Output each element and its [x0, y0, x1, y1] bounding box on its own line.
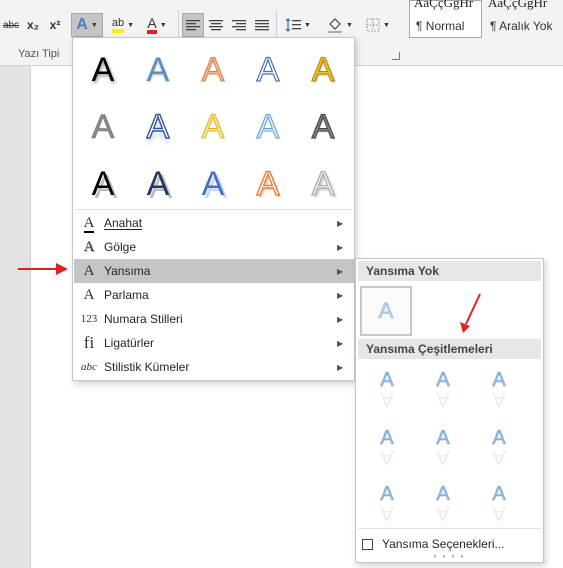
font-color-icon: A: [147, 16, 157, 34]
effect-style-black-offset[interactable]: A: [81, 162, 125, 206]
style-normal[interactable]: AaÇçĞğHr ¶ Normal: [409, 0, 482, 38]
submenu-divider: [358, 528, 541, 529]
borders-icon: [366, 18, 380, 32]
text-effects-icon: A: [76, 16, 88, 33]
text-effects-button[interactable]: A ▼: [71, 13, 103, 37]
menu-item-number-styles[interactable]: 123 Numara Stilleri ▶: [74, 307, 355, 331]
reflection-variations-header: Yansıma Çeşitlemeleri: [358, 339, 541, 359]
reflection-variation[interactable]: AA: [474, 427, 524, 479]
effect-style-black-shadow[interactable]: A: [81, 48, 125, 92]
menu-item-outline[interactable]: A Anahat ▶: [74, 211, 355, 235]
stylistic-sets-icon: abc: [81, 361, 97, 373]
font-color-button[interactable]: A ▼: [141, 13, 173, 37]
text-effects-gallery: A A A A A A A A A A A A A A A: [73, 38, 354, 208]
chevron-down-icon: ▼: [159, 21, 167, 29]
subscript-button[interactable]: x₂: [22, 13, 44, 37]
align-center-button[interactable]: [205, 13, 227, 37]
ligatures-icon: fi: [83, 333, 95, 352]
reflection-options-button[interactable]: Yansıma Seçenekleri...: [362, 535, 505, 553]
chevron-right-icon: ▶: [337, 290, 344, 300]
reflection-variation[interactable]: AA: [362, 369, 412, 421]
reflection-variation[interactable]: AA: [418, 427, 468, 479]
chevron-right-icon: ▶: [337, 362, 344, 372]
font-group-label: Yazı Tipi: [18, 48, 60, 60]
menu-item-reflection[interactable]: A Yansıma ▶: [74, 259, 355, 283]
reflection-variation[interactable]: AA: [418, 369, 468, 421]
no-reflection-header: Yansıma Yok: [358, 261, 541, 281]
effect-style-blue-offset[interactable]: A: [191, 162, 235, 206]
superscript-button[interactable]: x²: [44, 13, 66, 37]
align-center-icon: [209, 20, 223, 31]
chevron-right-icon: ▶: [337, 266, 344, 276]
strikethrough-button[interactable]: abc: [0, 13, 22, 37]
chevron-right-icon: ▶: [337, 242, 344, 252]
chevron-right-icon: ▶: [337, 338, 344, 348]
effect-style-gray[interactable]: A: [81, 105, 125, 149]
effect-style-yellow-outline[interactable]: A: [191, 105, 235, 149]
checkbox-icon: [362, 538, 373, 550]
borders-button[interactable]: ▼: [360, 13, 396, 37]
no-reflection-option[interactable]: A: [360, 286, 412, 336]
justify-button[interactable]: [251, 13, 273, 37]
menu-item-stylistic-sets[interactable]: abc Stilistik Kümeler ▶: [74, 355, 355, 379]
resize-grip-icon[interactable]: • • • •: [356, 552, 543, 561]
line-spacing-button[interactable]: ▼: [280, 13, 316, 37]
reflection-variation[interactable]: AA: [474, 369, 524, 421]
annotation-arrow-head: [56, 263, 68, 275]
shading-bucket-icon: [328, 18, 343, 33]
chevron-down-icon: ▼: [127, 21, 135, 29]
glow-icon: A: [83, 286, 95, 303]
justify-icon: [255, 20, 269, 31]
effect-style-lightblue-outline[interactable]: A: [246, 105, 290, 149]
shadow-icon: A: [83, 238, 95, 255]
menu-item-glow[interactable]: A Parlama ▶: [74, 283, 355, 307]
chevron-down-icon: ▼: [304, 21, 311, 29]
menu-item-ligatures[interactable]: fi Ligatürler ▶: [74, 331, 355, 355]
chevron-right-icon: ▶: [337, 218, 344, 228]
menu-item-shadow[interactable]: A Gölge ▶: [74, 235, 355, 259]
effect-style-orange-offset[interactable]: A: [246, 162, 290, 206]
annotation-arrow-shaft: [18, 268, 58, 270]
effect-style-blue-gradient[interactable]: A: [136, 48, 180, 92]
chevron-down-icon: ▼: [383, 21, 390, 29]
ribbon-divider: [276, 10, 277, 38]
chevron-right-icon: ▶: [337, 314, 344, 324]
reflection-submenu: Yansıma Yok A Yansıma Çeşitlemeleri AA A…: [355, 258, 544, 563]
chevron-down-icon: ▼: [346, 21, 353, 29]
line-spacing-icon: [285, 18, 302, 32]
number-styles-icon: 123: [80, 313, 98, 325]
align-left-icon: [186, 20, 200, 31]
highlight-button[interactable]: ab ▼: [105, 13, 141, 37]
reflection-icon: A: [83, 262, 95, 279]
text-effects-menu: A A A A A A A A A A A A A A A A Anahat ▶…: [72, 37, 355, 381]
outline-icon: A: [83, 214, 95, 233]
effect-style-dark-gray[interactable]: A: [301, 105, 345, 149]
dialog-launcher-icon[interactable]: [392, 52, 400, 60]
align-left-button[interactable]: [182, 13, 204, 37]
annotation-arrow: [460, 293, 481, 333]
menu-divider: [75, 209, 352, 210]
style-no-spacing[interactable]: AaÇçĞğHr ¶ Aralık Yok: [483, 0, 563, 38]
reflection-variation[interactable]: AA: [362, 427, 412, 479]
shading-button[interactable]: ▼: [322, 13, 358, 37]
effect-style-blue-reflection[interactable]: A: [136, 105, 180, 149]
align-right-icon: [232, 20, 246, 31]
ribbon-divider: [178, 10, 179, 38]
effect-style-silver[interactable]: A: [301, 162, 345, 206]
effect-style-navy-offset[interactable]: A: [136, 162, 180, 206]
highlight-icon: ab: [111, 17, 125, 33]
effect-style-blue-outline[interactable]: A: [246, 48, 290, 92]
chevron-down-icon: ▼: [90, 21, 98, 29]
effect-style-gold[interactable]: A: [301, 48, 345, 92]
effect-style-orange-outline[interactable]: A: [191, 48, 235, 92]
align-right-button[interactable]: [228, 13, 250, 37]
